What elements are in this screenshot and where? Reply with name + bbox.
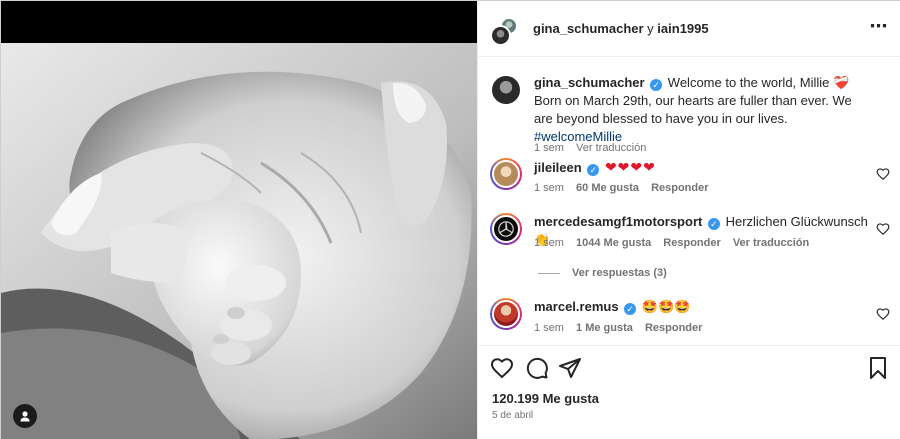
action-bar <box>478 345 900 389</box>
reply-button[interactable]: Responder <box>651 182 708 194</box>
comment-likes[interactable]: 1 Me gusta <box>576 322 633 334</box>
mercedes-logo-icon <box>498 221 514 237</box>
tagged-users-button[interactable] <box>13 404 37 428</box>
comment-text: jileileen ✓ ❤❤❤❤ <box>534 158 874 177</box>
caption-text: gina_schumacher ✓ Welcome to the world, … <box>534 74 874 146</box>
comment-likes[interactable]: 60 Me gusta <box>576 182 639 194</box>
photo-top-letterbox <box>1 1 477 43</box>
caption-meta: 1 sem Ver traducción <box>534 142 655 154</box>
verified-icon: ✓ <box>707 218 720 230</box>
post-likes-count[interactable]: 120.199 Me gusta <box>492 391 599 406</box>
post-header: gina_schumacher y iain1995 ⋯ <box>478 1 900 57</box>
timestamp[interactable]: 1 sem <box>534 142 564 154</box>
caption-text-2: Born on March 29th, our hearts are fulle… <box>534 93 852 126</box>
timestamp[interactable]: 1 sem <box>534 237 564 249</box>
view-replies-button[interactable]: Ver respuestas (3) <box>538 267 667 279</box>
comment-bubble-icon[interactable] <box>525 356 549 380</box>
comment-username[interactable]: jileileen <box>534 160 582 175</box>
comment-likes[interactable]: 1044 Me gusta <box>576 237 651 249</box>
caption-username[interactable]: gina_schumacher <box>534 75 645 90</box>
mending-heart-icon: ❤️‍🩹 <box>833 75 850 90</box>
avatar[interactable] <box>490 298 522 330</box>
hands-photo <box>1 43 477 439</box>
star-struck-emoji: 🤩🤩🤩 <box>641 299 691 314</box>
header-user1[interactable]: gina_schumacher <box>533 21 644 36</box>
reply-button[interactable]: Responder <box>645 322 702 334</box>
verified-icon: ✓ <box>624 303 637 315</box>
avatar[interactable] <box>490 213 522 245</box>
view-replies-label: Ver respuestas (3) <box>572 267 667 279</box>
comment-username[interactable]: mercedesamgf1motorsport <box>534 214 702 229</box>
share-paper-plane-icon[interactable] <box>558 356 582 380</box>
person-icon <box>20 411 30 422</box>
verified-icon: ✓ <box>650 79 663 91</box>
like-heart-icon[interactable] <box>490 356 514 380</box>
translate-link[interactable]: Ver traducción <box>576 142 646 154</box>
avatar <box>490 25 511 46</box>
reply-button[interactable]: Responder <box>663 237 720 249</box>
timestamp[interactable]: 1 sem <box>534 182 564 194</box>
timestamp[interactable]: 1 sem <box>534 322 564 334</box>
post-media <box>1 1 477 439</box>
comments-section: gina_schumacher ✓ Welcome to the world, … <box>478 58 900 345</box>
save-bookmark-icon[interactable] <box>866 356 890 380</box>
collab-avatars[interactable] <box>490 17 520 46</box>
comment-username[interactable]: marcel.remus <box>534 299 619 314</box>
comment-text: marcel.remus ✓ 🤩🤩🤩 <box>534 298 874 316</box>
like-comment-heart-icon[interactable] <box>876 222 890 236</box>
comment-meta: 1 sem 1044 Me gusta Responder Ver traduc… <box>534 237 818 249</box>
post-sidebar: gina_schumacher y iain1995 ⋯ gina_schuma… <box>477 1 900 439</box>
divider <box>538 272 560 274</box>
header-connector: y <box>647 21 654 36</box>
post-date[interactable]: 5 de abril <box>492 410 533 421</box>
caption-text-1: Welcome to the world, Millie <box>667 75 830 90</box>
avatar[interactable] <box>490 158 522 190</box>
like-comment-heart-icon[interactable] <box>876 167 890 181</box>
verified-icon: ✓ <box>587 164 600 176</box>
header-usernames: gina_schumacher y iain1995 <box>533 21 709 36</box>
hearts-emoji: ❤❤❤❤ <box>604 159 656 175</box>
translate-link[interactable]: Ver traducción <box>733 237 809 249</box>
avatar[interactable] <box>490 74 522 106</box>
post-dialog: gina_schumacher y iain1995 ⋯ gina_schuma… <box>0 0 900 439</box>
comment-meta: 1 sem 60 Me gusta Responder <box>534 182 718 194</box>
comment-body: Herzlichen Glückwunsch <box>725 214 868 229</box>
more-options-icon[interactable]: ⋯ <box>866 17 890 38</box>
post-photo[interactable] <box>1 43 477 439</box>
comment-meta: 1 sem 1 Me gusta Responder <box>534 322 711 334</box>
like-comment-heart-icon[interactable] <box>876 307 890 321</box>
header-user2[interactable]: iain1995 <box>657 21 708 36</box>
